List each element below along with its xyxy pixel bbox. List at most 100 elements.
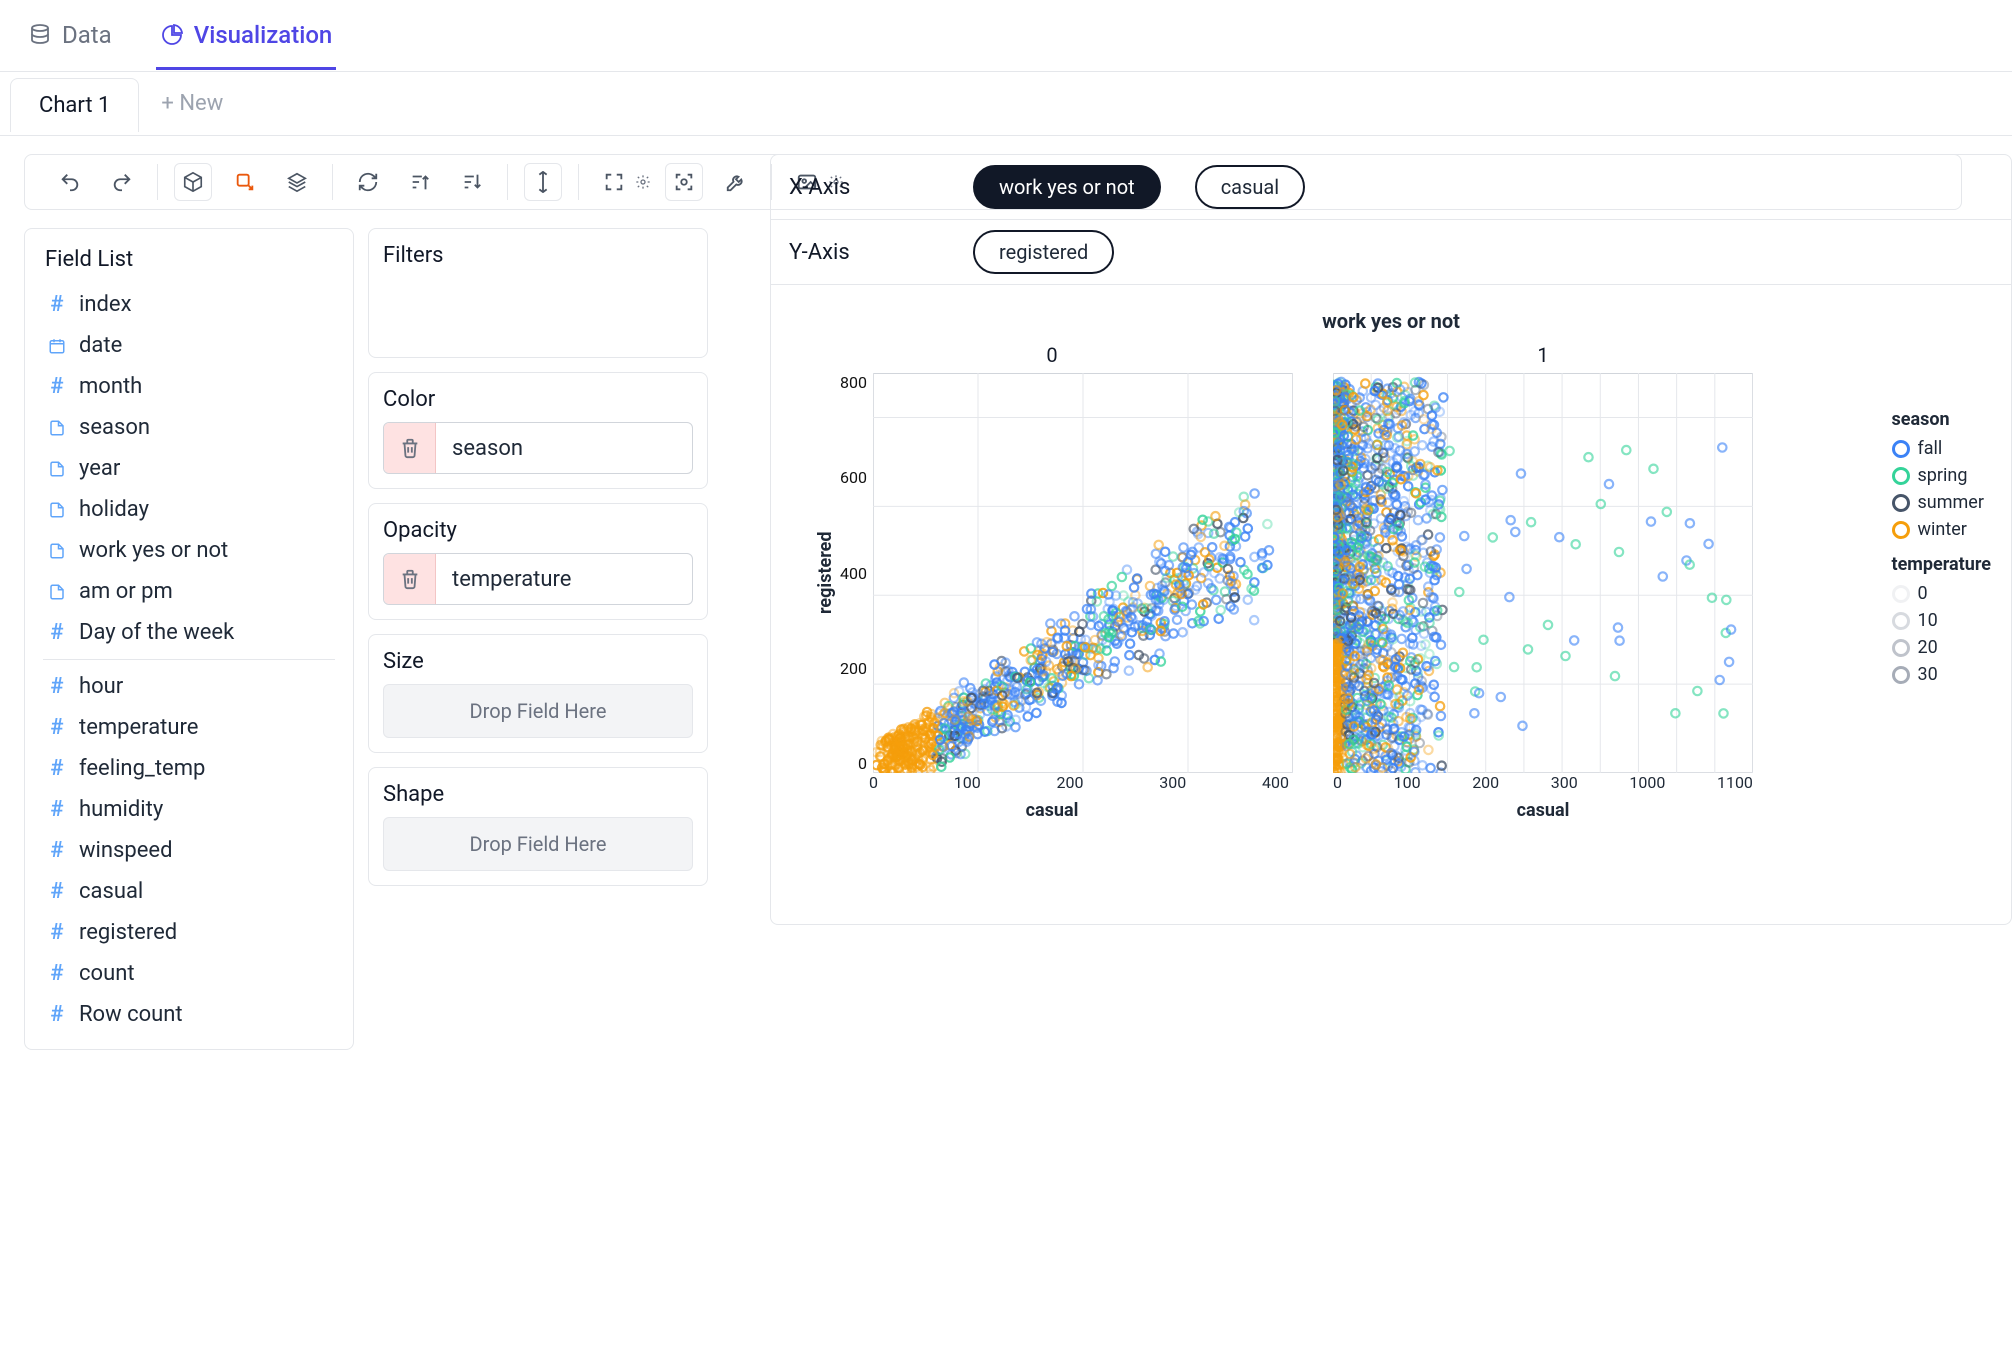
opacity-field-chip[interactable]: temperature (383, 553, 693, 605)
legend-label: summer (1918, 492, 1984, 513)
ytick: 800 (840, 373, 867, 392)
color-field-chip[interactable]: season (383, 422, 693, 474)
tab-visualization[interactable]: Visualization (156, 11, 337, 70)
fullscreen-settings-icon[interactable] (635, 174, 651, 190)
field-item[interactable]: #hour (33, 666, 345, 707)
xtick: 1100 (1717, 773, 1753, 792)
field-item-label: registered (79, 920, 177, 945)
field-item[interactable]: #month (33, 366, 345, 407)
field-item-label: season (79, 415, 150, 440)
undo-button[interactable] (51, 163, 89, 201)
legend-swatch-icon (1892, 521, 1910, 539)
sort-asc-button[interactable] (401, 163, 439, 201)
legend-label: 30 (1918, 664, 1938, 685)
fullscreen-button[interactable] (595, 163, 633, 201)
facet-0: 0 registered 800 600 400 200 0 0 (811, 343, 1293, 821)
field-item[interactable]: #Row count (33, 994, 345, 1035)
xtick: 200 (1472, 773, 1499, 792)
chart-tab-1[interactable]: Chart 1 (10, 78, 139, 132)
legend-color-title: season (1892, 409, 1992, 430)
number-icon: # (47, 882, 67, 902)
field-item-label: work yes or not (79, 538, 228, 563)
y-axis-row[interactable]: Y-Axis registered (771, 220, 2011, 285)
color-panel: Color season (368, 372, 708, 489)
legend-item[interactable]: winter (1892, 519, 1992, 540)
field-item[interactable]: holiday (33, 489, 345, 530)
legend-item[interactable]: summer (1892, 492, 1992, 513)
field-item[interactable]: #index (33, 284, 345, 325)
cube-button[interactable] (174, 163, 212, 201)
tab-data[interactable]: Data (24, 11, 116, 70)
expand-axis-button[interactable] (524, 163, 562, 201)
field-item[interactable]: am or pm (33, 571, 345, 612)
filters-panel[interactable]: Filters (368, 228, 708, 358)
y-field-registered[interactable]: registered (973, 230, 1114, 274)
field-item[interactable]: season (33, 407, 345, 448)
field-divider (43, 659, 335, 660)
redo-button[interactable] (103, 163, 141, 201)
ytick: 400 (840, 564, 867, 583)
field-item-label: month (79, 374, 142, 399)
chart-canvas: work yes or not 0 registered 800 600 400… (770, 285, 2012, 925)
legend-swatch-icon (1892, 666, 1910, 684)
field-item[interactable]: #Day of the week (33, 612, 345, 653)
number-icon: # (47, 1005, 67, 1025)
x-axis-title-1: casual (1517, 800, 1570, 821)
field-item[interactable]: #humidity (33, 789, 345, 830)
scatter-plot-0[interactable] (873, 373, 1293, 773)
sort-desc-button[interactable] (453, 163, 491, 201)
legend-swatch-icon (1892, 612, 1910, 630)
legend-item[interactable]: spring (1892, 465, 1992, 486)
ytick: 0 (858, 754, 867, 773)
legend-item[interactable]: 10 (1892, 610, 1992, 631)
field-item[interactable]: year (33, 448, 345, 489)
opacity-title: Opacity (383, 518, 693, 543)
field-item[interactable]: #winspeed (33, 830, 345, 871)
text-icon (47, 582, 67, 602)
field-item-label: holiday (79, 497, 149, 522)
scatter-plot-1[interactable] (1333, 373, 1753, 773)
remove-color-button[interactable] (384, 423, 436, 473)
field-item-label: casual (79, 879, 143, 904)
legend-item[interactable]: 20 (1892, 637, 1992, 658)
x-field-casual[interactable]: casual (1195, 165, 1305, 209)
legend-opacity-title: temperature (1892, 554, 1992, 575)
text-icon (47, 541, 67, 561)
field-item[interactable]: # casual (33, 871, 345, 912)
field-item[interactable]: #temperature (33, 707, 345, 748)
layers-button[interactable] (278, 163, 316, 201)
field-item[interactable]: work yes or not (33, 530, 345, 571)
refresh-button[interactable] (349, 163, 387, 201)
field-item[interactable]: #count (33, 953, 345, 994)
remove-opacity-button[interactable] (384, 554, 436, 604)
xtick: 300 (1551, 773, 1578, 792)
y-axis-title: registered (811, 373, 840, 773)
number-icon: # (47, 295, 67, 315)
chart-tab-bar: Chart 1 + New (0, 72, 2012, 136)
x-axis-row[interactable]: X-Axis work yes or not casual (771, 155, 2011, 220)
facet-title: work yes or not (781, 309, 2001, 333)
x-field-work[interactable]: work yes or not (973, 165, 1161, 209)
mark-type-button[interactable] (226, 163, 264, 201)
field-item-label: hour (79, 674, 123, 699)
field-item-label: am or pm (79, 579, 173, 604)
number-icon: # (47, 759, 67, 779)
new-chart-button[interactable]: + New (151, 77, 233, 130)
xtick: 0 (1333, 773, 1342, 792)
legend-item[interactable]: 30 (1892, 664, 1992, 685)
legend-swatch-icon (1892, 440, 1910, 458)
wrench-button[interactable] (717, 163, 755, 201)
focus-button[interactable] (665, 163, 703, 201)
filters-title: Filters (383, 243, 693, 268)
legend-item[interactable]: fall (1892, 438, 1992, 459)
legend-item[interactable]: 0 (1892, 583, 1992, 604)
field-item[interactable]: #feeling_temp (33, 748, 345, 789)
field-item[interactable]: date (33, 325, 345, 366)
shape-title: Shape (383, 782, 693, 807)
xtick: 100 (1394, 773, 1421, 792)
field-item[interactable]: #registered (33, 912, 345, 953)
tab-data-label: Data (62, 21, 112, 49)
piechart-icon (160, 23, 184, 47)
size-dropzone[interactable]: Drop Field Here (383, 684, 693, 738)
shape-dropzone[interactable]: Drop Field Here (383, 817, 693, 871)
